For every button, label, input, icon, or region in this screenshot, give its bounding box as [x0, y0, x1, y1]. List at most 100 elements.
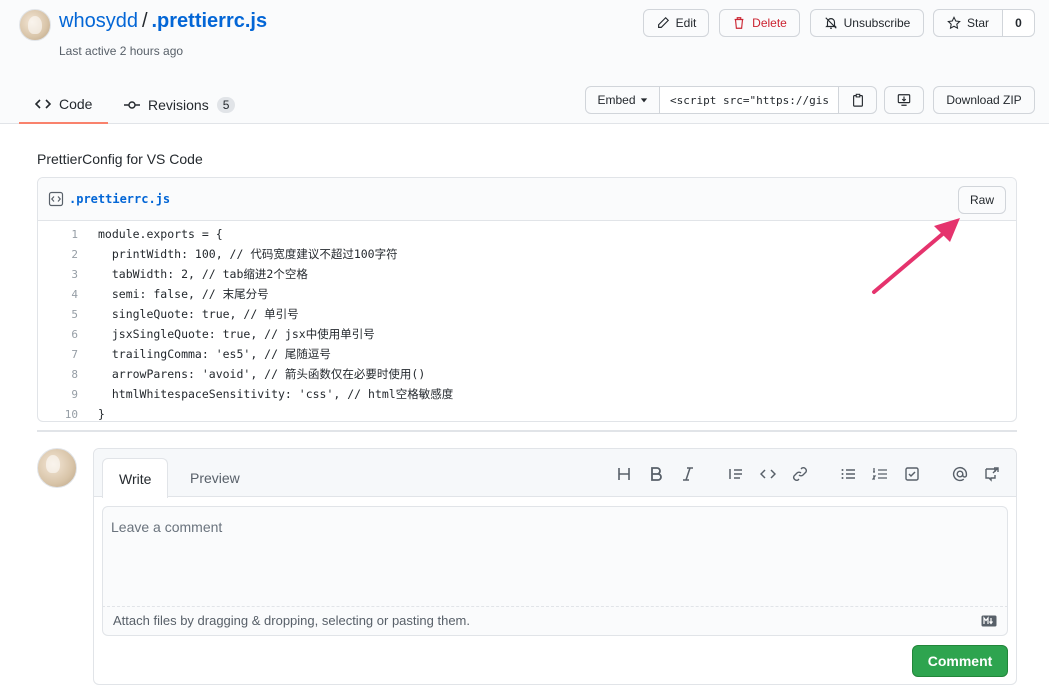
- edit-button[interactable]: Edit: [643, 9, 709, 37]
- gist-title: whosydd / .prettierrc.js: [59, 10, 267, 33]
- unsubscribe-button[interactable]: Unsubscribe: [810, 9, 924, 37]
- attach-files-bar[interactable]: Attach files by dragging & dropping, sel…: [102, 606, 1008, 636]
- task-list-tool[interactable]: [903, 465, 921, 483]
- download-zip-label: Download ZIP: [946, 93, 1022, 107]
- unsubscribe-label: Unsubscribe: [843, 16, 911, 30]
- bell-slash-icon: [824, 17, 837, 29]
- code-line: 10}: [38, 404, 1016, 421]
- star-icon: [947, 16, 961, 30]
- line-code: module.exports = {: [98, 227, 223, 241]
- line-number[interactable]: 7: [38, 348, 78, 361]
- markdown-icon: [981, 615, 997, 627]
- line-number[interactable]: 1: [38, 228, 78, 241]
- title-separator: /: [141, 10, 148, 32]
- comment-toolbar: Write Preview: [94, 449, 1016, 498]
- tab-preview[interactable]: Preview: [174, 458, 256, 498]
- star-button[interactable]: Star: [933, 9, 1003, 37]
- bullet-list-tool[interactable]: [839, 465, 857, 483]
- line-number[interactable]: 8: [38, 368, 78, 381]
- tab-revisions-label: Revisions: [148, 97, 209, 113]
- line-code: }: [98, 407, 105, 421]
- ordered-list-icon: [872, 468, 887, 480]
- heading-tool[interactable]: [615, 465, 633, 483]
- git-commit-icon: [124, 101, 140, 109]
- file-name-link[interactable]: .prettierrc.js: [69, 192, 170, 206]
- commenter-avatar: [37, 448, 77, 488]
- trash-icon: [734, 17, 744, 29]
- star-count[interactable]: 0: [1003, 9, 1035, 37]
- file-code-icon: [48, 191, 64, 207]
- gist-name-link[interactable]: .prettierrc.js: [152, 10, 268, 32]
- code-line: 7 trailingComma: 'es5', // 尾随逗号: [38, 344, 1016, 364]
- line-code: arrowParens: 'avoid', // 箭头函数仅在必要时使用(): [98, 367, 426, 381]
- line-code: htmlWhitespaceSensitivity: 'css', // htm…: [98, 387, 454, 401]
- italic-tool[interactable]: [679, 465, 697, 483]
- line-code: singleQuote: true, // 单引号: [98, 307, 299, 321]
- tab-code[interactable]: Code: [19, 86, 108, 124]
- tab-write[interactable]: Write: [102, 458, 169, 498]
- comment-form: Write Preview Leave a comment Attach fil…: [93, 448, 1017, 685]
- link-icon: [793, 467, 807, 481]
- line-number[interactable]: 2: [38, 248, 78, 261]
- delete-label: Delete: [752, 16, 787, 30]
- copy-embed-button[interactable]: [839, 86, 877, 114]
- line-number[interactable]: 3: [38, 268, 78, 281]
- delete-button[interactable]: Delete: [719, 9, 800, 37]
- comment-submit-button[interactable]: Comment: [912, 645, 1008, 677]
- line-number[interactable]: 6: [38, 328, 78, 341]
- tasklist-icon: [905, 467, 919, 481]
- line-code: trailingComma: 'es5', // 尾随逗号: [98, 347, 331, 361]
- code-line: 8 arrowParens: 'avoid', // 箭头函数仅在必要时使用(): [38, 364, 1016, 384]
- code-line: 6 jsxSingleQuote: true, // jsx中使用单引号: [38, 324, 1016, 344]
- quote-tool[interactable]: [727, 465, 745, 483]
- section-divider: [37, 430, 1017, 432]
- code-tool[interactable]: [759, 465, 777, 483]
- gist-header: whosydd / .prettierrc.js Last active 2 hou…: [0, 0, 1049, 124]
- heading-icon: [618, 468, 630, 480]
- open-desktop-button[interactable]: [884, 86, 924, 114]
- numbered-list-tool[interactable]: [871, 465, 889, 483]
- attach-files-text: Attach files by dragging & dropping, sel…: [113, 613, 470, 628]
- embed-url-input[interactable]: [660, 86, 839, 114]
- comment-textarea[interactable]: Leave a comment: [102, 506, 1008, 606]
- line-code: printWidth: 100, // 代码宽度建议不超过100字符: [98, 247, 398, 261]
- code-line: 5 singleQuote: true, // 单引号: [38, 304, 1016, 324]
- owner-avatar[interactable]: [19, 9, 51, 41]
- star-label: Star: [966, 16, 989, 30]
- revisions-count-badge: 5: [216, 97, 236, 113]
- line-number[interactable]: 9: [38, 388, 78, 401]
- line-code: tabWidth: 2, // tab缩进2个空格: [98, 267, 308, 281]
- embed-dropdown-button[interactable]: Embed: [585, 86, 660, 114]
- line-number[interactable]: 10: [38, 408, 78, 421]
- annotation-arrow: [872, 218, 960, 294]
- tab-revisions[interactable]: Revisions 5: [124, 86, 236, 124]
- reference-tool[interactable]: [983, 465, 1001, 483]
- desktop-download-icon: [897, 94, 911, 106]
- pencil-icon: [657, 16, 669, 28]
- code-icon: [35, 99, 51, 109]
- clipboard-icon: [852, 93, 863, 107]
- caret-down-icon: [640, 98, 647, 103]
- quote-icon: [729, 469, 742, 479]
- embed-group: Embed: [585, 86, 877, 114]
- link-tool[interactable]: [791, 465, 809, 483]
- mention-icon: [952, 466, 968, 482]
- italic-icon: [683, 467, 693, 481]
- cross-reference-icon: [985, 467, 999, 482]
- line-code: semi: false, // 末尾分号: [98, 287, 269, 301]
- line-number[interactable]: 4: [38, 288, 78, 301]
- bold-icon: [651, 467, 662, 481]
- embed-label: Embed: [597, 93, 636, 107]
- raw-button[interactable]: Raw: [958, 186, 1006, 214]
- download-zip-button[interactable]: Download ZIP: [933, 86, 1035, 114]
- code-brackets-icon: [760, 469, 776, 479]
- unordered-list-icon: [841, 469, 855, 479]
- line-number[interactable]: 5: [38, 308, 78, 321]
- last-active-text: Last active 2 hours ago: [59, 44, 184, 58]
- tab-code-label: Code: [59, 96, 93, 112]
- mention-tool[interactable]: [951, 465, 969, 483]
- owner-link[interactable]: whosydd: [59, 10, 138, 32]
- gist-description: PrettierConfig for VS Code: [37, 151, 203, 167]
- bold-tool[interactable]: [647, 465, 665, 483]
- line-code: jsxSingleQuote: true, // jsx中使用单引号: [98, 327, 375, 341]
